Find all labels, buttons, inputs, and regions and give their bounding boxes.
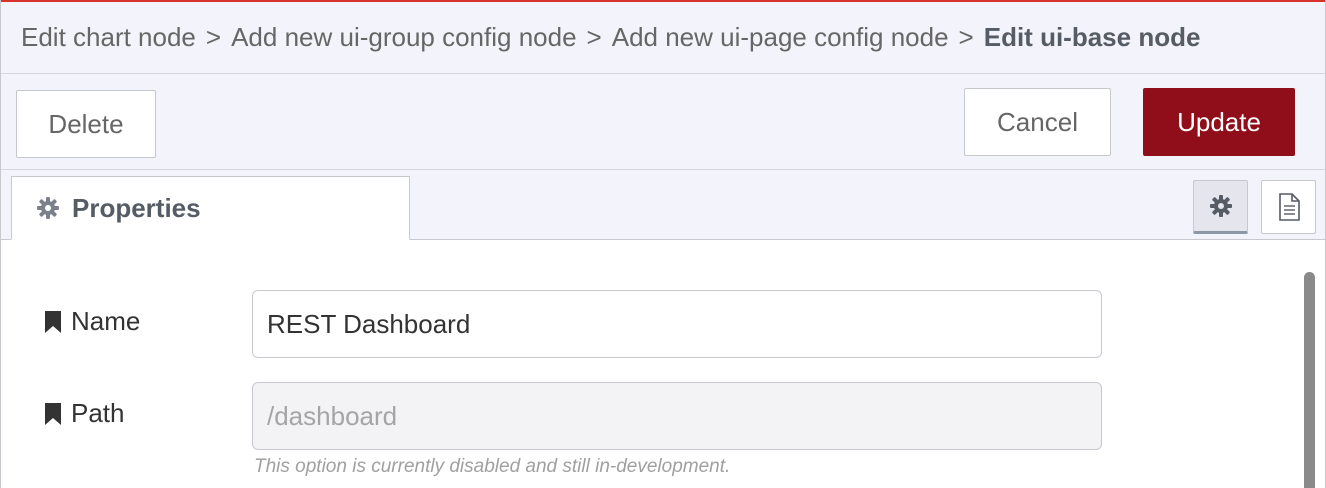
name-label: Name	[43, 306, 140, 337]
gear-icon	[36, 196, 60, 220]
bookmark-icon	[43, 402, 63, 426]
breadcrumb: Edit chart node > Add new ui-group confi…	[1, 2, 1325, 74]
properties-panel: Name Path This option is currently disab…	[1, 240, 1325, 488]
tab-properties-label: Properties	[72, 192, 201, 223]
update-button[interactable]: Update	[1143, 88, 1295, 156]
breadcrumb-separator: >	[586, 22, 602, 52]
path-hint: This option is currently disabled and st…	[254, 456, 731, 477]
name-label-text: Name	[71, 306, 141, 336]
path-input[interactable]	[252, 382, 1102, 450]
cancel-button[interactable]: Cancel	[964, 88, 1111, 156]
node-settings-button[interactable]	[1193, 180, 1248, 234]
tab-properties[interactable]: Properties	[11, 176, 410, 240]
tab-bar: Properties	[1, 170, 1325, 240]
bookmark-icon	[43, 310, 63, 334]
path-label-text: Path	[71, 398, 125, 428]
path-label: Path	[43, 398, 125, 429]
tray-toolbar: Delete Cancel Update	[1, 74, 1325, 170]
node-description-button[interactable]	[1261, 180, 1316, 234]
breadcrumb-item-ui-group[interactable]: Add new ui-group config node	[231, 22, 576, 53]
breadcrumb-separator: >	[958, 22, 974, 52]
edit-tray: Edit chart node > Add new ui-group confi…	[0, 0, 1326, 488]
breadcrumb-current: Edit ui-base node	[983, 22, 1201, 52]
delete-button[interactable]: Delete	[16, 90, 156, 158]
breadcrumb-separator: >	[205, 22, 222, 52]
name-input[interactable]	[252, 290, 1102, 358]
breadcrumb-item-chart-node[interactable]: Edit chart node	[21, 22, 196, 53]
gear-icon	[1209, 194, 1233, 218]
document-icon	[1278, 193, 1300, 221]
scrollbar-thumb[interactable]	[1304, 272, 1315, 488]
breadcrumb-item-ui-page[interactable]: Add new ui-page config node	[612, 22, 949, 53]
